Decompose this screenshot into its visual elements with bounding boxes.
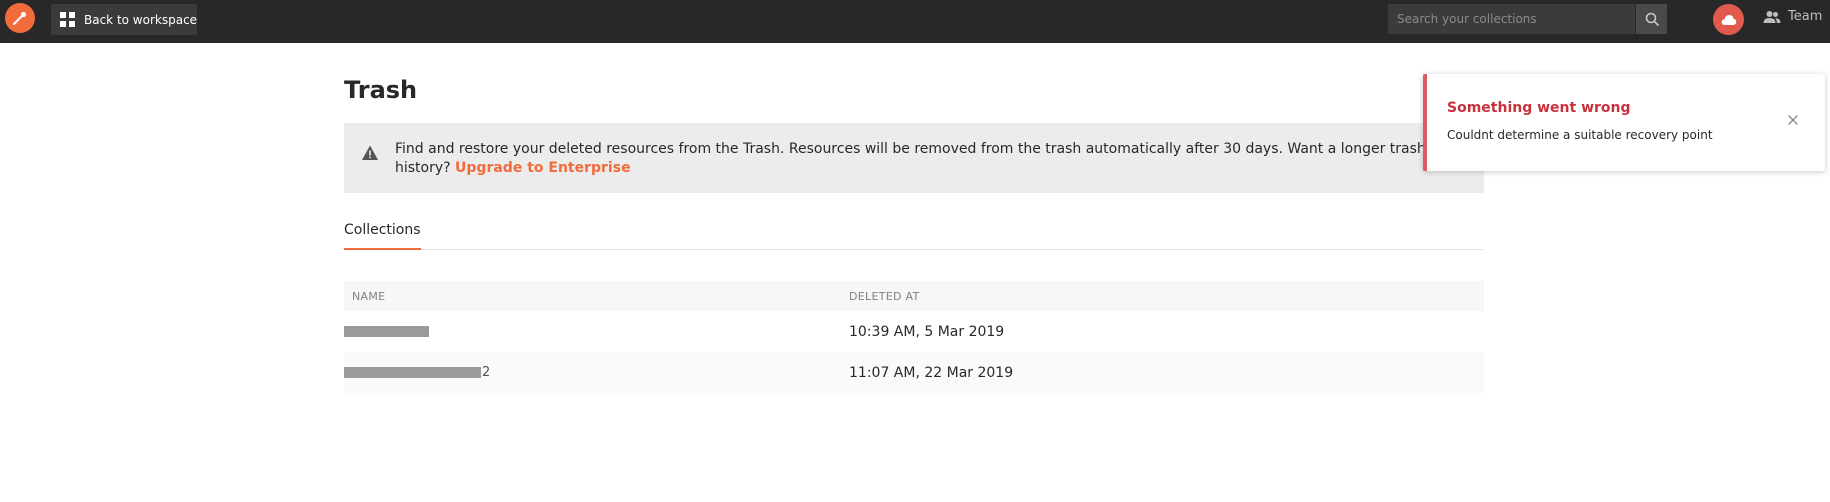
- search-box: [1388, 4, 1667, 34]
- grid-icon: [60, 12, 75, 27]
- toast-message: Couldnt determine a suitable recovery po…: [1447, 128, 1713, 142]
- deleted-at-cell: 10:39 AM, 5 Mar 2019: [849, 323, 1005, 340]
- team-label: Team: [1788, 9, 1823, 24]
- team-button[interactable]: Team: [1763, 9, 1822, 24]
- table-row[interactable]: 2 11:07 AM, 22 Mar 2019: [344, 352, 1484, 393]
- logo-icon[interactable]: [5, 3, 35, 33]
- page-title: Trash: [344, 76, 418, 104]
- sync-button[interactable]: [1713, 4, 1744, 35]
- cloud-icon: [1721, 14, 1736, 25]
- redacted-collection-name: [344, 326, 429, 337]
- collection-name-cell: 2: [344, 365, 849, 380]
- toast-title: Something went wrong: [1447, 100, 1631, 116]
- close-icon[interactable]: [1787, 114, 1799, 126]
- tab-collections[interactable]: Collections: [344, 219, 421, 250]
- deleted-at-cell: 11:07 AM, 22 Mar 2019: [849, 364, 1014, 381]
- table-row[interactable]: 10:39 AM, 5 Mar 2019: [344, 311, 1484, 352]
- trash-table: NAME DELETED AT 10:39 AM, 5 Mar 2019 2 1…: [344, 281, 1484, 393]
- back-to-workspace-label: Back to workspace: [84, 12, 198, 27]
- tab-bar: Collections: [344, 219, 1484, 250]
- collection-name-cell: [344, 326, 849, 337]
- error-toast: Something went wrong Couldnt determine a…: [1423, 74, 1825, 171]
- table-header: NAME DELETED AT: [344, 281, 1484, 311]
- search-input[interactable]: [1388, 4, 1635, 34]
- search-button[interactable]: [1635, 4, 1667, 34]
- back-to-workspace-button[interactable]: Back to workspace: [51, 4, 197, 35]
- search-icon: [1645, 12, 1659, 26]
- banner-text-block: Find and restore your deleted resources …: [395, 140, 1464, 178]
- upgrade-to-enterprise-link[interactable]: Upgrade to Enterprise: [455, 160, 631, 176]
- top-bar: Back to workspace Team: [0, 0, 1830, 43]
- column-header-deleted-at: DELETED AT: [849, 289, 920, 303]
- column-header-name: NAME: [352, 289, 386, 303]
- redacted-collection-name: [344, 367, 481, 378]
- collection-name-suffix: 2: [482, 365, 491, 380]
- team-icon: [1763, 10, 1781, 24]
- trash-info-banner: Find and restore your deleted resources …: [344, 123, 1484, 193]
- warning-icon: [362, 145, 378, 160]
